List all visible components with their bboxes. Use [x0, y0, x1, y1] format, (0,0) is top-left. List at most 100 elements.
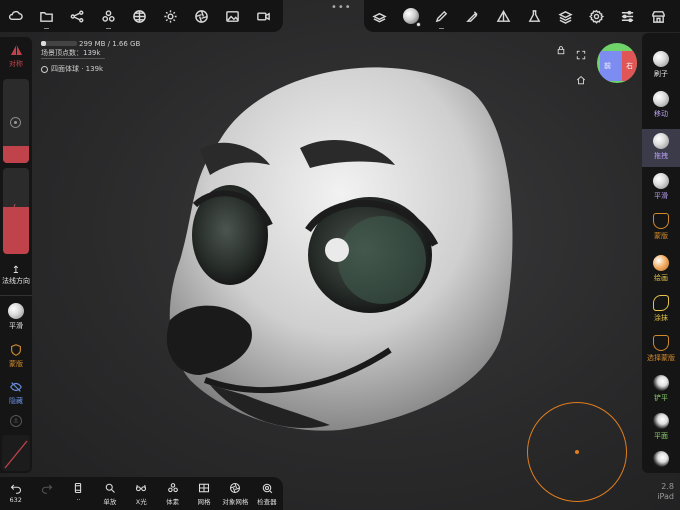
tool-9[interactable]: 铲平 — [642, 371, 680, 409]
topology-icon[interactable] — [124, 0, 155, 32]
top-left-toolbar — [0, 0, 283, 32]
cloud-icon[interactable] — [0, 0, 31, 32]
tool-label: 绘画 — [654, 274, 668, 282]
orientation-cube[interactable]: 前 右 — [597, 43, 637, 83]
stroke-line-icon — [4, 440, 28, 469]
image-icon[interactable] — [217, 0, 248, 32]
anchor-button[interactable]: ⚓ — [0, 415, 32, 427]
tool-label: 平滑 — [654, 192, 668, 200]
quick-tools-button[interactable]: ·· — [63, 477, 94, 510]
mask-button[interactable]: 蒙版 — [0, 343, 32, 369]
mesh-row[interactable]: 四面体球 · 139k — [41, 64, 103, 74]
hide-button[interactable]: 隐藏 — [0, 380, 32, 406]
brush-stroke-center — [575, 450, 579, 454]
scene-graph-icon[interactable] — [62, 0, 93, 32]
symmetry-button[interactable]: 对称 — [0, 44, 32, 69]
radius-slider[interactable] — [3, 79, 29, 163]
bottom-tool-label: 体素 — [166, 498, 180, 506]
hide-label: 隐藏 — [9, 397, 23, 405]
top-right-toolbar — [364, 0, 680, 32]
bottom-tool-search[interactable]: 单放 — [94, 477, 125, 510]
redo-icon — [42, 484, 53, 494]
tool-label: 涂抹 — [654, 314, 668, 322]
tool-1[interactable]: 刷子 — [642, 47, 680, 85]
grid-icon — [199, 483, 210, 493]
stroke-preview[interactable] — [2, 435, 30, 471]
arrow-up-icon: ↥ — [11, 265, 21, 276]
intensity-slider[interactable]: ϟ — [3, 168, 29, 254]
tool-7[interactable]: 涂抹 — [642, 291, 680, 329]
bottom-tool-grid[interactable]: 网格 — [188, 477, 219, 510]
orientation-right-label: 右 — [626, 62, 633, 70]
camera-aperture-icon[interactable] — [186, 0, 217, 32]
radius-icon — [10, 117, 21, 128]
right-sidebar: 刷子 移动拖拽平滑蒙版绘画涂抹选择蒙版铲平平面 — [642, 33, 680, 473]
divider — [0, 295, 32, 296]
device-name: iPad — [657, 492, 674, 501]
tool-label: 铲平 — [654, 394, 668, 402]
anchor-icon: ⚓ — [10, 415, 22, 427]
bottom-tool-inspector[interactable]: 检查器 — [251, 477, 282, 510]
fullscreen-icon[interactable] — [576, 45, 586, 64]
shop-icon[interactable] — [643, 0, 674, 32]
brush-sphere-icon — [653, 133, 669, 149]
smooth-button[interactable]: 平滑 — [0, 303, 32, 331]
version-number: 2.8 — [661, 482, 674, 491]
version-info: 2.8 iPad — [650, 482, 674, 502]
sculpt-model[interactable] — [160, 50, 530, 450]
settings-gear-icon[interactable] — [581, 0, 612, 32]
bottom-tool-label: 对象网格 — [222, 498, 249, 506]
sliders-icon[interactable] — [612, 0, 643, 32]
mesh-eye-icon[interactable] — [41, 65, 48, 73]
tool-8[interactable]: 选择蒙版 — [642, 331, 680, 369]
radius-fill — [3, 146, 29, 163]
home-icon[interactable] — [576, 70, 586, 89]
tool-3[interactable]: 拖拽 — [642, 129, 680, 167]
undo-button[interactable]: 632 — [0, 477, 31, 510]
redo-button[interactable] — [31, 477, 62, 510]
mask-shield-icon — [653, 213, 669, 229]
tool-10[interactable]: 平面 — [642, 409, 680, 447]
symmetry-triangle-icon[interactable] — [488, 0, 519, 32]
info-divider — [41, 58, 105, 59]
brush-sphere-icon — [653, 375, 669, 391]
brush-pen-icon[interactable] — [426, 0, 457, 32]
bottom-tool-voxel[interactable]: 体素 — [157, 477, 188, 510]
brush-sphere-icon — [653, 451, 669, 467]
folder-icon[interactable] — [31, 0, 62, 32]
normal-direction-button[interactable]: ↥ 法线方向 — [0, 265, 32, 286]
normal-direction-label: 法线方向 — [2, 277, 30, 285]
bottom-tool-label: 检查器 — [257, 498, 277, 506]
tool-5[interactable]: 蒙版 — [642, 209, 680, 247]
mask-shield-icon — [11, 344, 21, 356]
brush-sphere-icon — [653, 255, 669, 271]
tool-11[interactable] — [642, 447, 680, 485]
tool-2[interactable]: 移动 — [642, 87, 680, 125]
flask-icon[interactable] — [519, 0, 550, 32]
lock-icon[interactable] — [556, 45, 566, 58]
symmetry-icon — [10, 44, 22, 55]
bottom-tool-glasses[interactable]: X光 — [126, 477, 157, 510]
mask-label: 蒙版 — [9, 360, 23, 368]
brush-sphere-icon — [653, 51, 669, 67]
mask-shield-icon — [653, 335, 669, 351]
light-icon[interactable] — [155, 0, 186, 32]
tool-label: 蒙版 — [654, 232, 668, 240]
brush-sphere-icon — [653, 413, 669, 429]
voxel-icon — [167, 483, 178, 493]
tool-6[interactable]: 绘画 — [642, 251, 680, 289]
material-sphere-icon[interactable] — [395, 0, 426, 32]
undo-icon — [10, 484, 21, 494]
more-options-icon[interactable]: ••• — [331, 2, 352, 13]
mesh-tools-icon[interactable] — [93, 0, 124, 32]
video-icon[interactable] — [248, 0, 279, 32]
bottom-tool-label: 网格 — [197, 498, 211, 506]
memory-usage-text: 299 MB / 1.66 GB — [79, 40, 141, 48]
quick-tools-dots: ·· — [76, 496, 81, 504]
scene-vertices-text: 场景顶点数：139k — [41, 49, 101, 57]
layers-icon[interactable] — [550, 0, 581, 32]
tool-4[interactable]: 平滑 — [642, 169, 680, 207]
layers-stack-icon[interactable] — [364, 0, 395, 32]
eyedropper-icon[interactable] — [457, 0, 488, 32]
bottom-tool-object-mesh[interactable]: 对象网格 — [220, 477, 251, 510]
